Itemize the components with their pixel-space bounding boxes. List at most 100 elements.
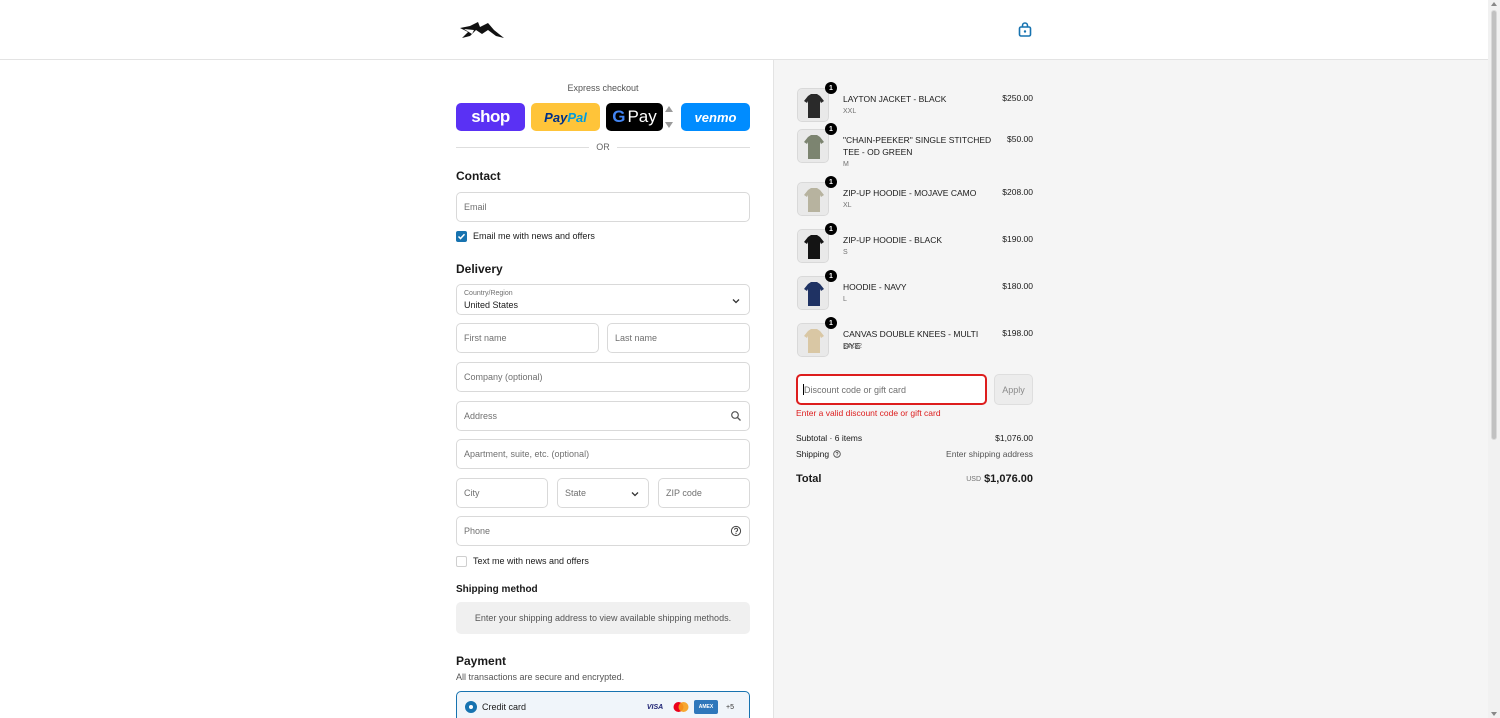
email-placeholder: Email <box>464 202 487 212</box>
shopping-bag-icon[interactable] <box>1016 21 1034 39</box>
checkmark-icon <box>457 233 466 240</box>
address-placeholder: Address <box>464 411 498 421</box>
last-name-placeholder: Last name <box>615 333 658 343</box>
order-item: 1 HOODIE - NAVY L $180.00 <box>797 270 1033 316</box>
credit-card-radio[interactable] <box>465 701 477 713</box>
apply-discount-button[interactable]: Apply <box>994 374 1033 405</box>
sms-newsletter-checkbox[interactable] <box>456 556 467 567</box>
credit-card-option[interactable]: Credit card VISA AMEX +5 <box>456 691 750 718</box>
discount-code-field[interactable]: Discount code or gift card <box>796 374 987 405</box>
quantity-badge: 1 <box>825 82 837 94</box>
zip-code-field[interactable]: ZIP code <box>658 478 750 508</box>
shipping-method-placeholder-box: Enter your shipping address to view avai… <box>456 602 750 634</box>
product-thumbnail <box>797 229 829 263</box>
order-item: 1 LAYTON JACKET - BLACK XXL $250.00 <box>797 82 1033 128</box>
google-g-icon: G <box>612 107 626 126</box>
product-variant: XL <box>843 202 852 209</box>
quantity-badge: 1 <box>825 317 837 329</box>
paypal-button[interactable]: Pay Pal <box>531 103 600 131</box>
product-name: "CHAIN-PEEKER" SINGLE STITCHED TEE - OD … <box>843 135 992 157</box>
email-field[interactable]: Email <box>456 192 750 222</box>
product-price: $208.00 <box>1002 187 1033 197</box>
payment-title: Payment <box>456 654 507 668</box>
currency-code: USD <box>966 476 981 483</box>
page-scrollbar[interactable] <box>1488 0 1500 718</box>
product-price: $50.00 <box>1007 134 1033 144</box>
google-pay-button[interactable]: G Pay <box>606 103 663 131</box>
phone-field[interactable]: Phone <box>456 516 750 546</box>
quantity-badge: 1 <box>825 176 837 188</box>
search-icon <box>731 411 741 421</box>
product-name: ZIP-UP HOODIE - MOJAVE CAMO <box>843 188 977 198</box>
product-image-icon <box>798 277 828 309</box>
chevron-down-icon <box>732 299 740 304</box>
shop-pay-label: shop <box>471 107 510 126</box>
quantity-badge: 1 <box>825 223 837 235</box>
shop-pay-button[interactable]: shop <box>456 103 525 131</box>
visa-icon: VISA <box>646 703 664 711</box>
product-image-icon <box>798 324 828 356</box>
product-thumbnail <box>797 323 829 357</box>
mastercard-icon <box>673 702 689 712</box>
state-placeholder: State <box>565 488 587 498</box>
store-logo-icon[interactable] <box>458 18 506 42</box>
subtotal-row: Subtotal · 6 items $1,076.00 <box>796 433 1033 443</box>
sms-newsletter-label: Text me with news and offers <box>473 556 589 566</box>
discount-error-message: Enter a valid discount code or gift card <box>796 408 941 418</box>
chevron-down-icon <box>631 492 639 497</box>
help-circle-icon[interactable] <box>833 450 842 458</box>
contact-title: Contact <box>456 169 501 183</box>
express-scroll-arrows-icon[interactable] <box>665 104 673 130</box>
company-field[interactable]: Company (optional) <box>456 362 750 392</box>
google-pay-label: Pay <box>627 107 657 126</box>
scrollbar-thumb[interactable] <box>1491 10 1497 440</box>
product-variant: M <box>843 161 849 168</box>
total-value: $1,076.00 <box>984 473 1033 485</box>
venmo-label: venmo <box>694 109 737 125</box>
shipping-value: Enter shipping address <box>946 449 1033 459</box>
help-circle-icon[interactable] <box>730 525 742 537</box>
product-variant: S <box>843 249 848 256</box>
product-image-icon <box>798 130 828 162</box>
product-price: $250.00 <box>1002 93 1033 103</box>
state-select[interactable]: State <box>557 478 649 508</box>
address-field[interactable]: Address <box>456 401 750 431</box>
product-thumbnail <box>797 88 829 122</box>
country-value: United States <box>464 300 519 310</box>
scroll-down-arrow-icon[interactable] <box>1491 712 1497 716</box>
city-field[interactable]: City <box>456 478 548 508</box>
product-price: $180.00 <box>1002 281 1033 291</box>
subtotal-value: $1,076.00 <box>995 433 1033 443</box>
or-divider: OR <box>456 142 750 152</box>
apartment-field[interactable]: Apartment, suite, etc. (optional) <box>456 439 750 469</box>
email-newsletter-checkbox[interactable] <box>456 231 467 242</box>
venmo-button[interactable]: venmo <box>681 103 750 131</box>
quantity-badge: 1 <box>825 123 837 135</box>
city-placeholder: City <box>464 488 480 498</box>
order-item: 1 ZIP-UP HOODIE - MOJAVE CAMO XL $208.00 <box>797 176 1033 222</box>
product-name: LAYTON JACKET - BLACK <box>843 94 947 104</box>
total-row: Total USD $1,076.00 <box>796 473 1033 485</box>
divider-line-right <box>617 147 750 148</box>
first-name-field[interactable]: First name <box>456 323 599 353</box>
quantity-badge: 1 <box>825 270 837 282</box>
checkout-header <box>0 0 1488 60</box>
scroll-up-arrow-icon[interactable] <box>1491 2 1497 6</box>
country-select[interactable]: Country/Region United States <box>456 284 750 315</box>
shipping-method-title: Shipping method <box>456 584 538 595</box>
subtotal-label: Subtotal · 6 items <box>796 433 863 443</box>
product-price: $198.00 <box>1002 328 1033 338</box>
product-name: HOODIE - NAVY <box>843 282 907 292</box>
shipping-label: Shipping <box>796 449 830 459</box>
shipping-row: Shipping Enter shipping address <box>796 449 1033 459</box>
apartment-placeholder: Apartment, suite, etc. (optional) <box>464 449 590 459</box>
last-name-field[interactable]: Last name <box>607 323 750 353</box>
product-thumbnail <box>797 129 829 163</box>
paypal-label-b: Pal <box>567 109 587 125</box>
product-name: CANVAS DOUBLE KNEES - MULTI DYE <box>843 329 979 351</box>
shipping-method-message: Enter your shipping address to view avai… <box>474 613 732 623</box>
product-thumbnail <box>797 276 829 310</box>
payment-subtitle: All transactions are secure and encrypte… <box>456 672 625 682</box>
product-name: ZIP-UP HOODIE - BLACK <box>843 235 943 245</box>
product-thumbnail <box>797 182 829 216</box>
